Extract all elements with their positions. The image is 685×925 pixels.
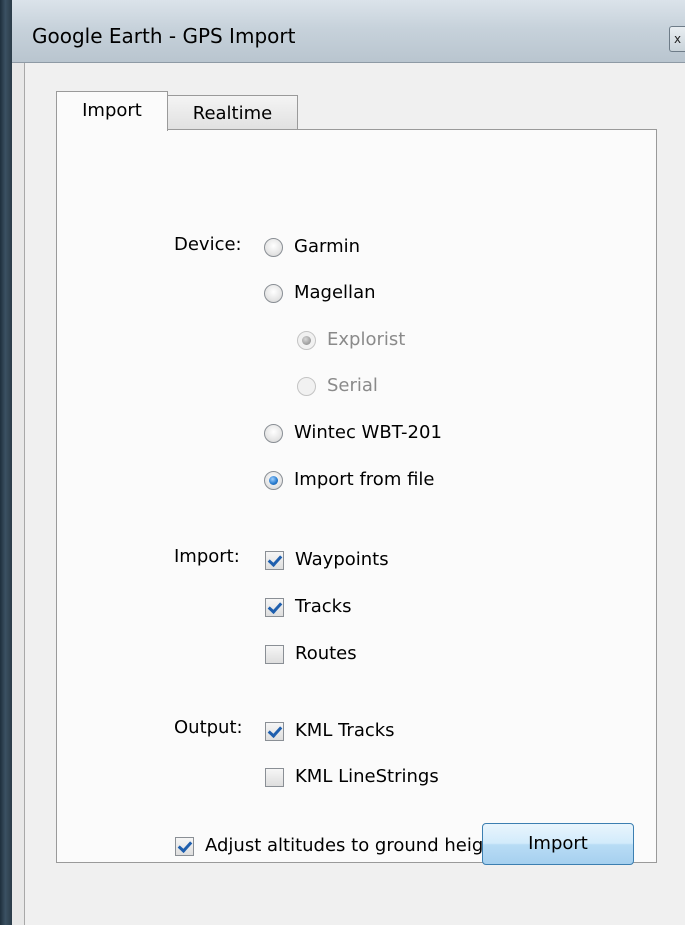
tab-realtime[interactable]: Realtime <box>168 95 298 129</box>
radio-serial-label: Serial <box>327 375 378 396</box>
radio-import-from-file-label: Import from file <box>294 469 435 490</box>
checkbox-kml-tracks-label: KML Tracks <box>295 720 395 741</box>
radio-explorist-indicator <box>297 330 316 350</box>
radio-magellan-indicator[interactable] <box>264 283 283 303</box>
checkbox-adjust-altitudes-label: Adjust altitudes to ground height <box>205 835 502 856</box>
checkbox-kml-linestrings-label: KML LineStrings <box>295 766 439 787</box>
checkbox-tracks-indicator[interactable] <box>265 597 284 617</box>
radio-garmin-indicator[interactable] <box>264 237 283 257</box>
close-icon: x <box>673 32 682 46</box>
tab-import-label: Import <box>82 100 142 121</box>
radio-garmin-label: Garmin <box>294 236 361 257</box>
checkbox-waypoints-indicator[interactable] <box>265 550 284 570</box>
radio-magellan[interactable]: Magellan <box>264 281 376 305</box>
window-frame-left <box>0 0 12 925</box>
checkbox-waypoints[interactable]: Waypoints <box>265 548 389 572</box>
checkbox-tracks-label: Tracks <box>295 596 352 617</box>
import-button[interactable]: Import <box>482 823 634 865</box>
radio-wintec-indicator[interactable] <box>264 423 283 443</box>
checkbox-kml-tracks[interactable]: KML Tracks <box>265 719 395 743</box>
radio-explorist-label: Explorist <box>327 329 406 350</box>
output-label: Output: <box>174 717 243 738</box>
radio-import-from-file-indicator[interactable] <box>264 470 283 490</box>
checkbox-routes[interactable]: Routes <box>265 642 357 666</box>
checkbox-tracks[interactable]: Tracks <box>265 595 351 619</box>
close-button[interactable]: x <box>669 26 685 52</box>
import-tab-panel: Device: Garmin Magellan Explorist Serial… <box>56 129 657 863</box>
radio-serial-indicator <box>297 376 316 396</box>
checkbox-kml-tracks-indicator[interactable] <box>265 721 284 741</box>
title-bar[interactable]: Google Earth - GPS Import x <box>12 0 685 63</box>
radio-magellan-label: Magellan <box>294 282 376 303</box>
device-label: Device: <box>174 234 242 255</box>
dialog-client-area: Import Realtime Device: Garmin Magellan … <box>24 63 685 925</box>
radio-import-from-file[interactable]: Import from file <box>264 468 434 492</box>
checkbox-waypoints-label: Waypoints <box>295 549 389 570</box>
checkbox-kml-linestrings-indicator[interactable] <box>265 767 284 787</box>
checkbox-kml-linestrings[interactable]: KML LineStrings <box>265 765 439 789</box>
tab-realtime-label: Realtime <box>192 103 273 124</box>
checkbox-adjust-altitudes-indicator[interactable] <box>175 836 194 856</box>
checkbox-adjust-altitudes[interactable]: Adjust altitudes to ground height <box>175 834 502 858</box>
tab-import[interactable]: Import <box>56 91 168 131</box>
radio-wintec[interactable]: Wintec WBT-201 <box>264 421 442 445</box>
import-label: Import: <box>174 546 240 567</box>
radio-garmin[interactable]: Garmin <box>264 235 360 259</box>
radio-explorist: Explorist <box>297 328 405 352</box>
checkbox-routes-label: Routes <box>295 643 357 664</box>
checkbox-routes-indicator[interactable] <box>265 644 284 664</box>
radio-wintec-label: Wintec WBT-201 <box>294 422 442 443</box>
window-title: Google Earth - GPS Import <box>32 24 296 48</box>
radio-serial: Serial <box>297 374 378 398</box>
